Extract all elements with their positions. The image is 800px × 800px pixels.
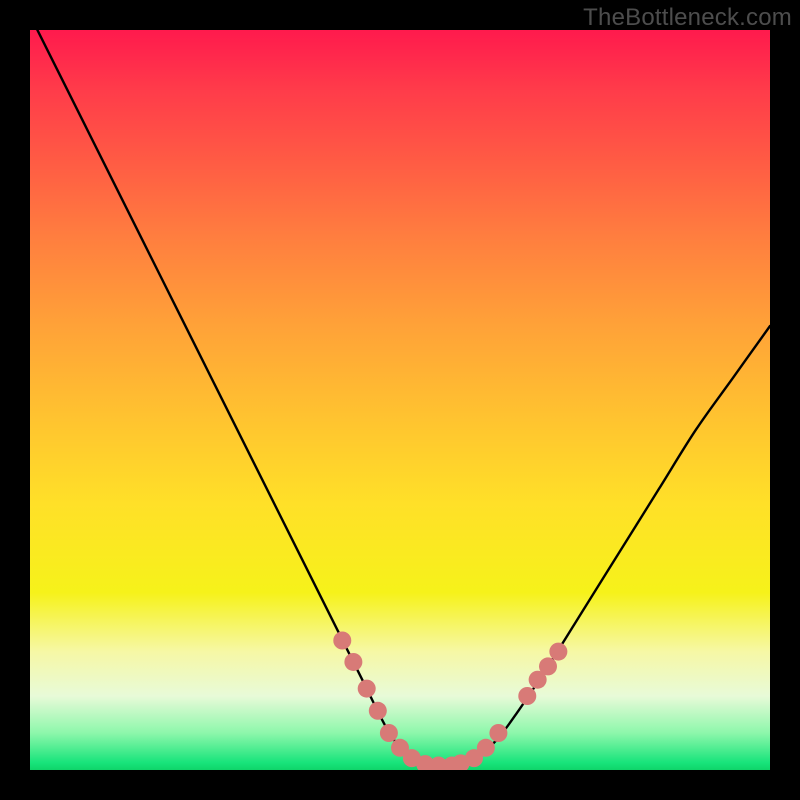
curve-markers: [333, 632, 567, 771]
curve-marker-dot: [344, 653, 362, 671]
brand-watermark: TheBottleneck.com: [583, 4, 792, 32]
curve-marker-dot: [539, 657, 557, 675]
curve-path-group: [30, 30, 770, 766]
chart-plot-area: [30, 30, 770, 770]
curve-marker-dot: [333, 632, 351, 650]
curve-marker-dot: [549, 643, 567, 661]
curve-marker-dot: [489, 724, 507, 742]
curve-marker-dot: [358, 680, 376, 698]
curve-marker-dot: [380, 724, 398, 742]
curve-marker-dot: [477, 739, 495, 757]
chart-svg: [30, 30, 770, 770]
curve-marker-dot: [369, 702, 387, 720]
curve-marker-dot: [518, 687, 536, 705]
bottleneck-curve: [30, 30, 770, 766]
chart-frame: TheBottleneck.com: [0, 0, 800, 800]
